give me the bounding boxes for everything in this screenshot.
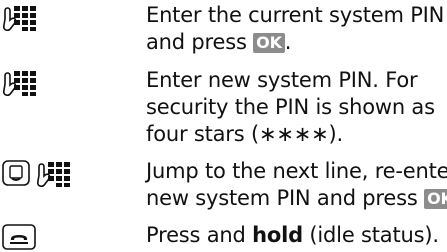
keypad-icon [2, 70, 37, 97]
step-text-line: and press OK. [146, 29, 446, 56]
keypad-icon [36, 161, 71, 188]
step-text: (idle status). [302, 223, 439, 247]
keypad-icon [2, 5, 37, 32]
ok-key-label: OK [253, 33, 285, 53]
step-text: and press [146, 30, 254, 54]
step-text-line: Jump to the next line, re-enter [146, 159, 447, 183]
step-text-line: four stars (∗∗∗∗). [146, 122, 343, 146]
step-text-line: Enter new system PIN. For [146, 68, 418, 92]
step-text-bold: hold [252, 223, 303, 247]
step-text: Press and [146, 223, 253, 247]
step-text-line: security the PIN is shown as [146, 95, 435, 119]
step-text: new system PIN and press [146, 186, 425, 210]
ok-key-label: OK [424, 189, 447, 209]
navigation-key-down-icon [2, 160, 30, 186]
instruction-page: { "steps": [ { "icons": ["keypad-icon"],… [0, 0, 447, 251]
step-text-line: Press and hold (idle status). [146, 222, 446, 249]
step-text: . [284, 30, 292, 54]
end-call-key-icon [2, 224, 36, 250]
step-text-line: Enter the current system PIN [146, 3, 445, 27]
step-text-line: new system PIN and press OK. [146, 185, 447, 212]
